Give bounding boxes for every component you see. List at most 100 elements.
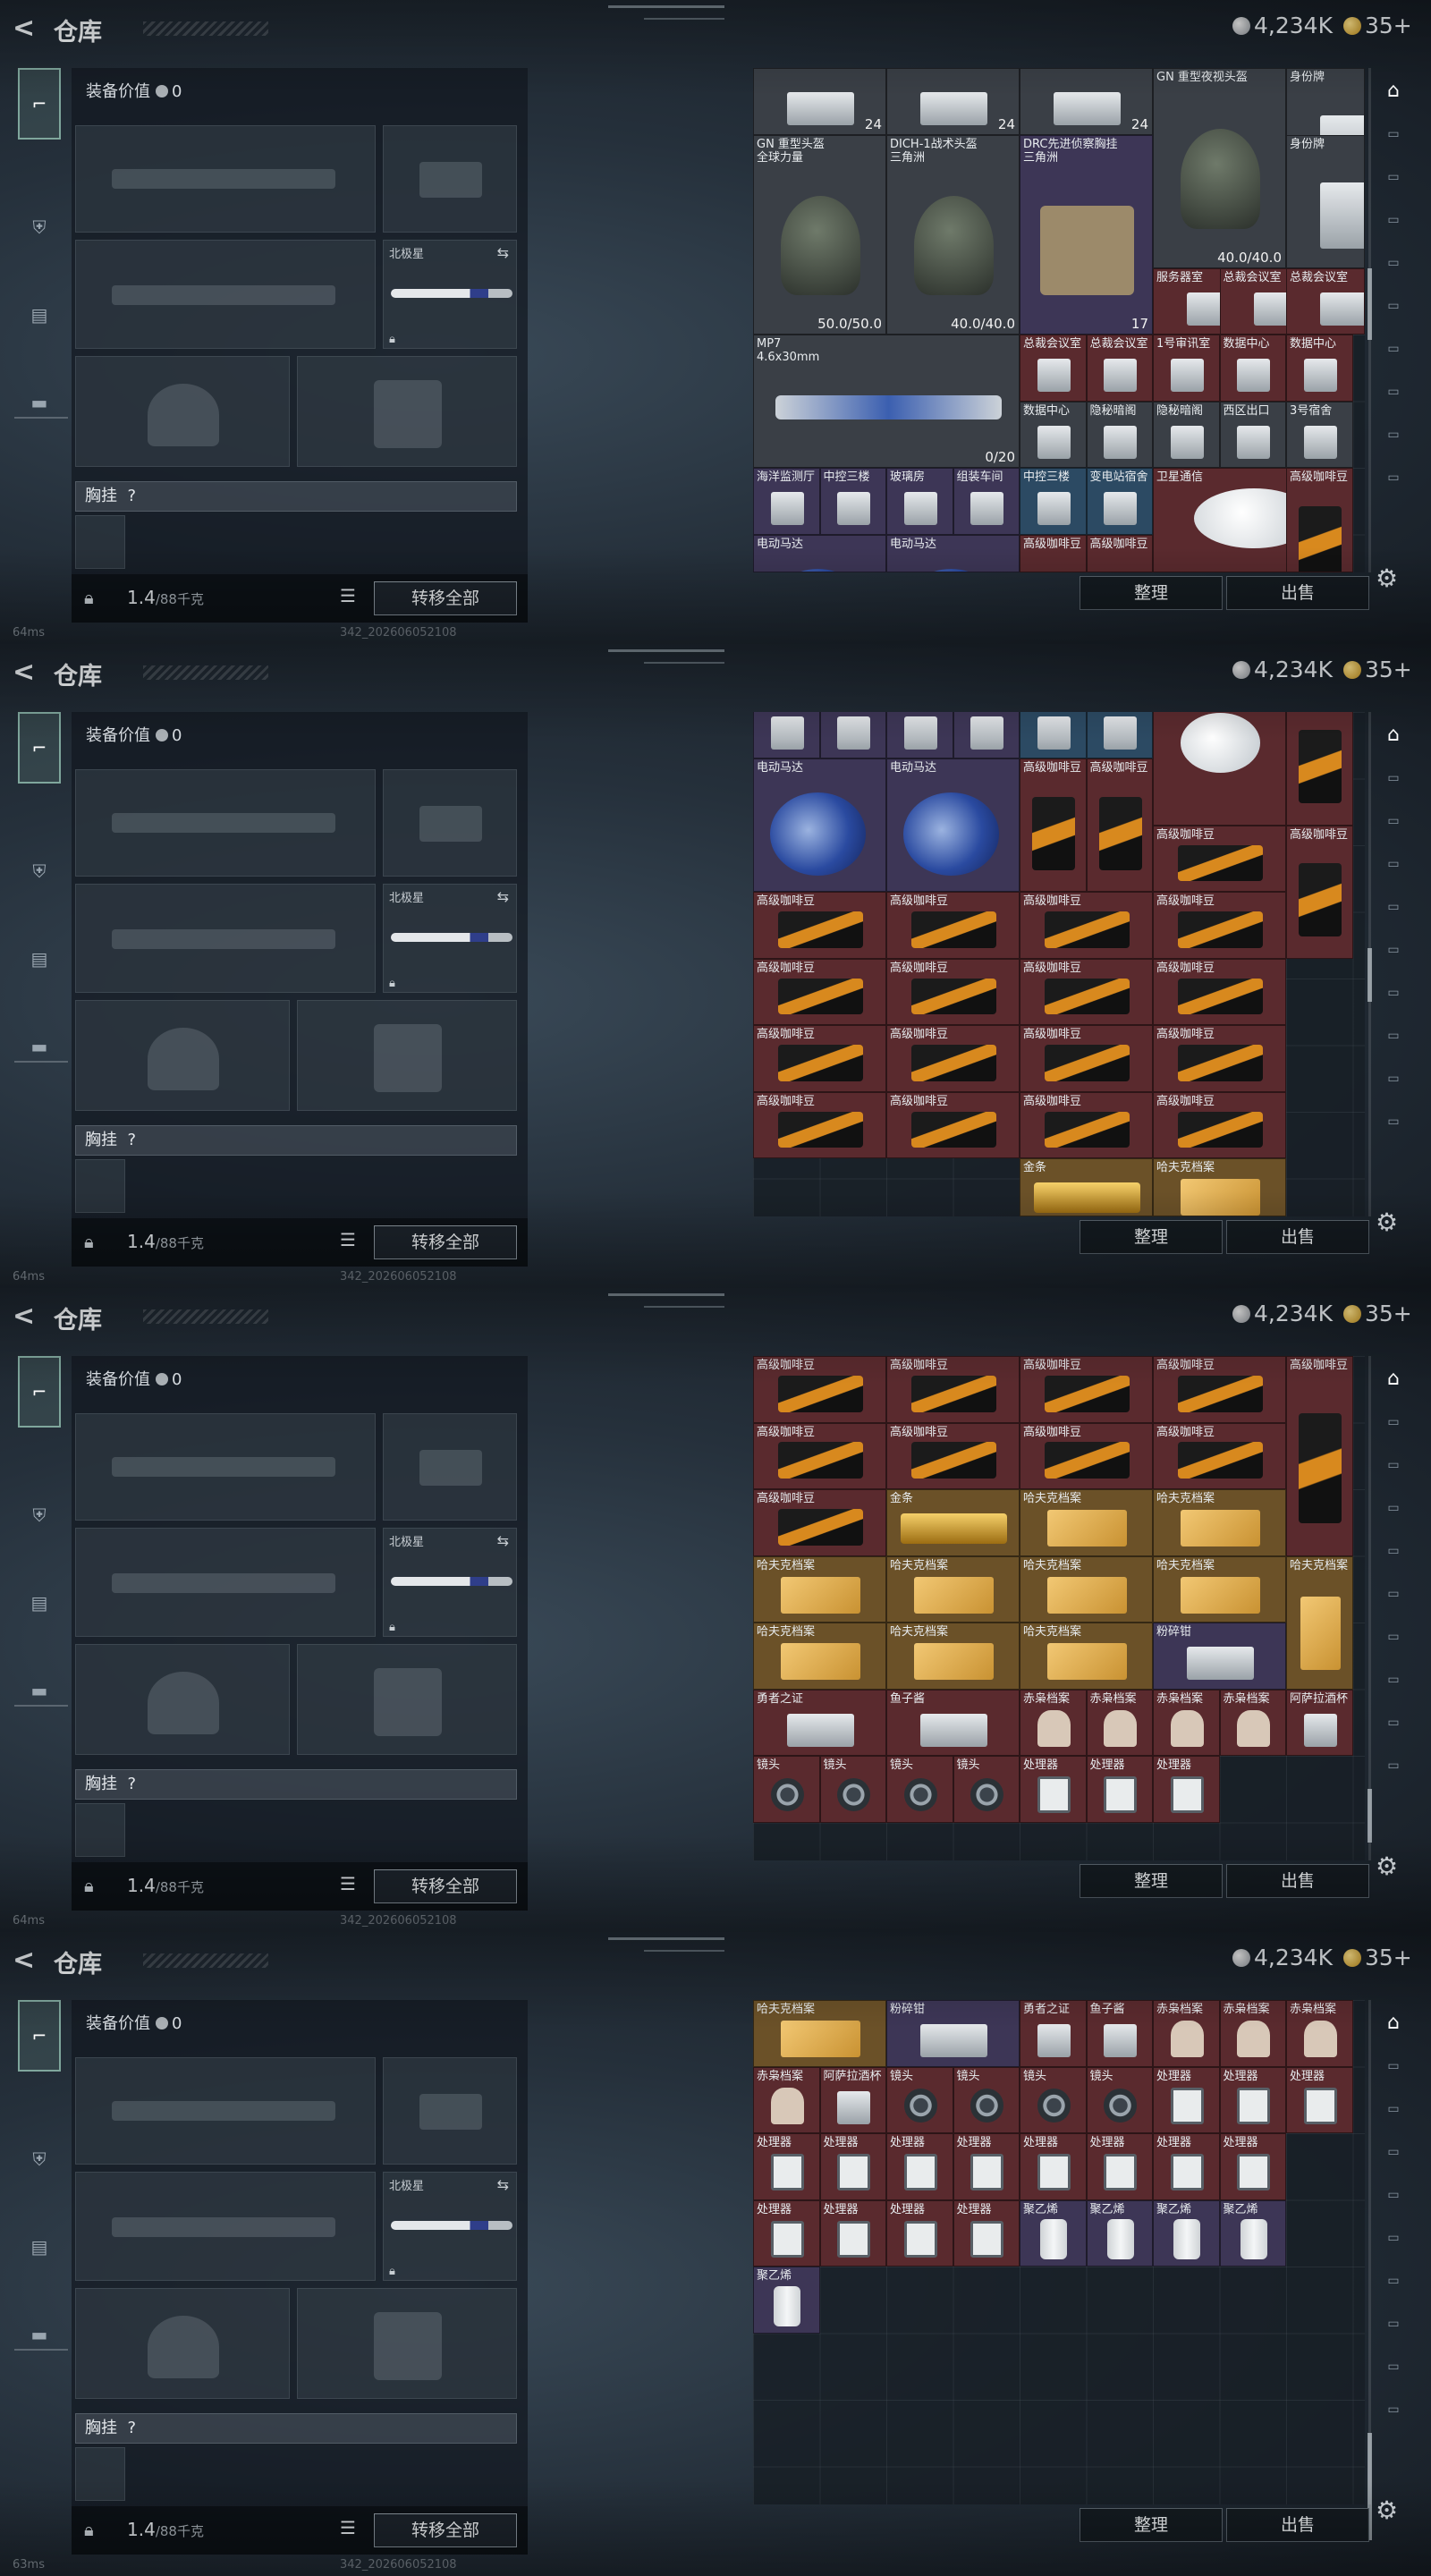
stash-item[interactable]: 总裁会议室 <box>1286 267 1365 335</box>
stash-item[interactable]: 高级咖啡豆 <box>1086 534 1153 572</box>
stash-item[interactable]: 高级咖啡豆 <box>886 1091 1020 1159</box>
stash-tab-icon[interactable]: ▭ <box>1377 1621 1410 1653</box>
gear-icon[interactable]: ⚙ <box>1376 1208 1398 1237</box>
gear-icon[interactable]: ⚙ <box>1376 564 1398 593</box>
stash-item[interactable]: 高级咖啡豆 <box>1153 1025 1286 1092</box>
stash-item[interactable]: 西区出口 <box>1219 401 1286 468</box>
stash-item[interactable]: MP7 4.6x30mm 0/20 <box>753 335 1020 468</box>
chest-rig-slot[interactable]: 胸挂 ? <box>75 481 517 512</box>
sort-button[interactable]: 整理 <box>1080 1864 1223 1898</box>
stash-item[interactable]: 高级咖啡豆 <box>753 1025 886 1092</box>
stash-tab-icon[interactable]: ▭ <box>1377 1406 1410 1438</box>
stash-item[interactable]: 电动马达 <box>753 534 886 572</box>
sell-button[interactable]: 出售 <box>1226 2508 1369 2542</box>
sell-button[interactable]: 出售 <box>1226 1220 1369 1254</box>
stash-item[interactable]: 粉碎钳 <box>1153 1623 1286 1690</box>
transfer-all-button[interactable]: 转移全部 <box>374 2513 517 2547</box>
stash-item[interactable]: 高级咖啡豆 <box>1286 825 1353 959</box>
melee-slot[interactable]: 北极星 ⇆ 🔒︎ <box>383 2172 517 2281</box>
stash-item[interactable]: 中控三楼 <box>1020 712 1087 759</box>
pistol-slot[interactable] <box>383 769 517 877</box>
stash-tab-icon[interactable]: ▭ <box>1377 2179 1410 2211</box>
lock-icon[interactable]: 🔒︎ <box>84 1875 94 1896</box>
stash-item[interactable]: 处理器 <box>1153 2066 1220 2133</box>
backpack-icon[interactable]: ▤ <box>18 923 61 995</box>
swap-icon[interactable]: ⇆ <box>497 2176 509 2193</box>
stash-item[interactable]: 电动马达 <box>753 758 886 893</box>
stash-item[interactable]: 总裁会议室 <box>1086 335 1153 402</box>
swap-icon[interactable]: ⇆ <box>497 888 509 905</box>
stash-item[interactable]: 高级咖啡豆 <box>886 1356 1020 1423</box>
melee-slot[interactable]: 北极星 ⇆ 🔒︎ <box>383 884 517 993</box>
stash-item[interactable]: 赤枭档案 <box>1020 1689 1087 1756</box>
list-icon[interactable]: ☰ <box>340 1229 356 1250</box>
case-icon[interactable]: ▬ <box>18 1011 61 1082</box>
stash-tab-icon[interactable]: ▭ <box>1377 1449 1410 1481</box>
stash-tab-icon[interactable]: ▭ <box>1377 1106 1410 1138</box>
stash-item[interactable]: 高级咖啡豆 <box>753 1091 886 1159</box>
stash-item[interactable]: 镜头 <box>886 1756 953 1823</box>
stash-item[interactable]: 高级咖啡豆 <box>1153 1091 1286 1159</box>
stash-item[interactable]: 赤枭档案 <box>1219 2000 1286 2067</box>
stash-item[interactable]: 24 <box>753 68 886 135</box>
pistol-icon[interactable]: ⌐ <box>18 68 61 140</box>
stash-item[interactable]: GN 重型头盔 全球力量 50.0/50.0 <box>753 134 886 335</box>
transfer-all-button[interactable]: 转移全部 <box>374 581 517 615</box>
stash-item[interactable]: 高级咖啡豆 <box>753 1356 886 1423</box>
stash-item[interactable]: 处理器 <box>1020 1756 1087 1823</box>
stash-tab-icon[interactable]: ▭ <box>1377 1750 1410 1782</box>
stash-item[interactable]: 组装车间 <box>953 468 1020 535</box>
stash-item[interactable]: 高级咖啡豆 <box>1153 958 1286 1026</box>
list-icon[interactable]: ☰ <box>340 1873 356 1894</box>
primary-weapon-slot[interactable] <box>75 1413 376 1521</box>
stash-item[interactable]: 哈夫克档案 <box>1020 1623 1153 1690</box>
sort-button[interactable]: 整理 <box>1080 2508 1223 2542</box>
stash-item[interactable]: 勇者之证 <box>753 1689 886 1756</box>
stash-item[interactable]: 高级咖啡豆 <box>753 892 886 959</box>
stash-item[interactable]: 聚乙烯 <box>1020 2199 1087 2267</box>
helmet-slot[interactable] <box>75 1000 290 1111</box>
stash-tab-icon[interactable]: ▭ <box>1377 247 1410 279</box>
stash-item[interactable]: 高级咖啡豆 <box>1020 892 1153 959</box>
stash-grid[interactable]: 海洋监测厅中控三楼玻璃房组装车间中控三楼变电站宿舍卫星通信高级咖啡豆电动马达电动… <box>753 712 1365 1216</box>
stash-item[interactable]: 处理器 <box>1219 2133 1286 2200</box>
sort-button[interactable]: 整理 <box>1080 576 1223 610</box>
gear-icon[interactable]: ⚙ <box>1376 2496 1398 2525</box>
stash-icon[interactable]: ⌂ <box>1377 2007 1410 2039</box>
pistol-icon[interactable]: ⌐ <box>18 2000 61 2072</box>
stash-item[interactable]: 处理器 <box>1153 1756 1220 1823</box>
chest-rig-grid[interactable] <box>75 515 125 569</box>
stash-tab-icon[interactable]: ▭ <box>1377 805 1410 837</box>
back-icon[interactable]: < <box>13 1945 35 1976</box>
primary-weapon-slot[interactable] <box>75 2057 376 2165</box>
stash-tab-icon[interactable]: ▭ <box>1377 891 1410 923</box>
stash-item[interactable]: 哈夫克档案 <box>1153 1555 1286 1623</box>
stash-icon[interactable]: ⌂ <box>1377 75 1410 107</box>
stash-item[interactable]: 1号审讯室 <box>1153 335 1220 402</box>
stash-tab-icon[interactable]: ▭ <box>1377 2265 1410 2297</box>
chest-rig-grid[interactable] <box>75 1159 125 1213</box>
stash-item[interactable]: GN 重型夜视头盔 40.0/40.0 <box>1153 68 1286 268</box>
stash-item[interactable]: 聚乙烯 <box>753 2267 820 2334</box>
stash-item[interactable]: 卫星通信 <box>1153 712 1286 826</box>
stash-item[interactable]: 中控三楼 <box>819 712 886 759</box>
lock-icon[interactable]: 🔒︎ <box>84 1231 94 1252</box>
stash-item[interactable]: 高级咖啡豆 <box>1020 1356 1153 1423</box>
stash-grid[interactable]: 高级咖啡豆 高级咖啡豆 高级咖啡豆 高级咖啡豆 高级咖啡豆 高级咖啡豆 高级咖啡豆 高级咖啡豆… <box>753 1356 1365 1860</box>
stash-item[interactable]: 高级咖啡豆 <box>1020 534 1087 572</box>
stash-tab-icon[interactable]: ▭ <box>1377 762 1410 794</box>
armor-icon[interactable]: ⛨ <box>18 191 61 263</box>
helmet-slot[interactable] <box>75 356 290 467</box>
stash-item[interactable]: 赤枭档案 <box>1219 1689 1286 1756</box>
secondary-weapon-slot[interactable] <box>75 1528 376 1637</box>
stash-tab-icon[interactable]: ▭ <box>1377 2050 1410 2082</box>
stash-item[interactable]: 金条 <box>1020 1158 1153 1216</box>
armor-slot[interactable] <box>297 2288 517 2399</box>
gear-icon[interactable]: ⚙ <box>1376 1852 1398 1881</box>
stash-tab-icon[interactable]: ▭ <box>1377 1707 1410 1739</box>
stash-item[interactable]: 镜头 <box>1020 2066 1087 2133</box>
list-icon[interactable]: ☰ <box>340 585 356 606</box>
armor-icon[interactable]: ⛨ <box>18 835 61 907</box>
stash-item[interactable]: 3号宿舍 <box>1286 401 1353 468</box>
stash-item[interactable]: 鱼子酱 <box>886 1689 1020 1756</box>
